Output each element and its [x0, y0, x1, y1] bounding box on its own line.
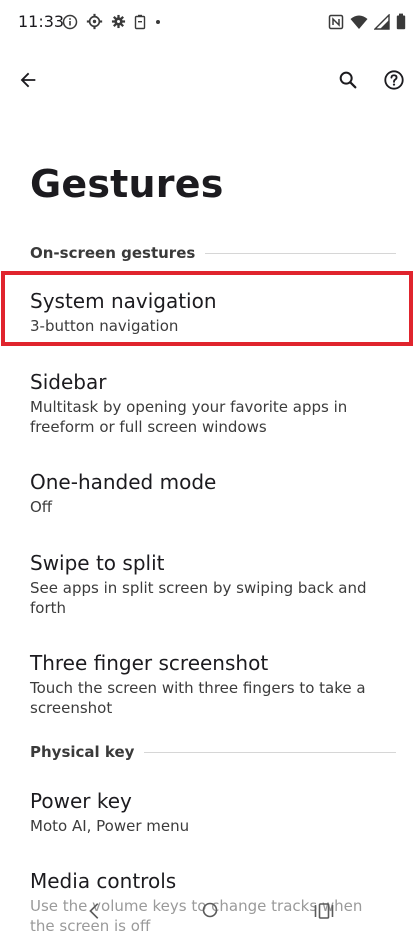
gear-icon: [111, 14, 126, 33]
nfc-icon: [328, 14, 344, 34]
setting-item-one-handed-mode[interactable]: One-handed mode Off: [30, 469, 390, 517]
setting-item-title: Power key: [30, 789, 132, 813]
setting-item-power-key[interactable]: Power key Moto AI, Power menu: [30, 788, 390, 836]
nav-back-button[interactable]: [84, 900, 106, 926]
setting-item-subtitle: Touch the screen with three fingers to t…: [30, 679, 366, 717]
setting-item-title: One-handed mode: [30, 470, 217, 494]
page-title: Gestures: [30, 162, 224, 206]
dot-icon: [154, 14, 162, 34]
nav-recents-button[interactable]: [314, 902, 334, 924]
section-header-label: On-screen gestures: [30, 244, 196, 262]
arrow-back-icon: [20, 72, 36, 88]
section-divider: [205, 252, 396, 254]
status-bar: 11:33: [0, 0, 420, 44]
setting-item-subtitle: Moto AI, Power menu: [30, 817, 190, 835]
setting-item-title: Sidebar: [30, 370, 107, 394]
battery-icon: [396, 13, 406, 34]
top-app-bar: [0, 56, 420, 108]
highlight-box: [1, 271, 413, 346]
info-icon: [62, 14, 78, 34]
wifi-icon: [350, 14, 368, 34]
nav-recents-icon: [314, 903, 334, 919]
setting-item-subtitle: Multitask by opening your favorite apps …: [30, 398, 348, 436]
status-right-icons: [328, 12, 406, 34]
settings-gear-icon: [86, 13, 103, 34]
back-button[interactable]: [12, 64, 44, 96]
section-divider: [144, 751, 396, 753]
help-button[interactable]: [378, 64, 410, 96]
signal-icon: [373, 12, 390, 34]
search-icon: [339, 71, 357, 89]
setting-item-title: Three finger screenshot: [30, 651, 269, 675]
navigation-bar: [0, 890, 420, 930]
setting-item-three-finger-screenshot[interactable]: Three finger screenshot Touch the screen…: [30, 650, 390, 718]
section-header-physical-key: Physical key: [30, 743, 396, 761]
search-button[interactable]: [332, 64, 364, 96]
setting-item-subtitle: See apps in split screen by swiping back…: [30, 579, 367, 617]
section-header-label: Physical key: [30, 743, 135, 761]
setting-item-title: Swipe to split: [30, 551, 165, 575]
help-icon: [384, 70, 404, 90]
battery-saver-icon: [134, 14, 146, 34]
setting-item-swipe-to-split[interactable]: Swipe to split See apps in split screen …: [30, 550, 390, 618]
nav-home-button[interactable]: [200, 900, 220, 924]
section-header-on-screen-gestures: On-screen gestures: [30, 244, 396, 262]
setting-item-sidebar[interactable]: Sidebar Multitask by opening your favori…: [30, 369, 390, 437]
nav-home-icon: [202, 902, 218, 918]
nav-back-icon: [89, 903, 99, 919]
status-left-icons: [62, 13, 162, 34]
setting-item-subtitle: Off: [30, 498, 53, 516]
status-time: 11:33: [18, 12, 65, 31]
